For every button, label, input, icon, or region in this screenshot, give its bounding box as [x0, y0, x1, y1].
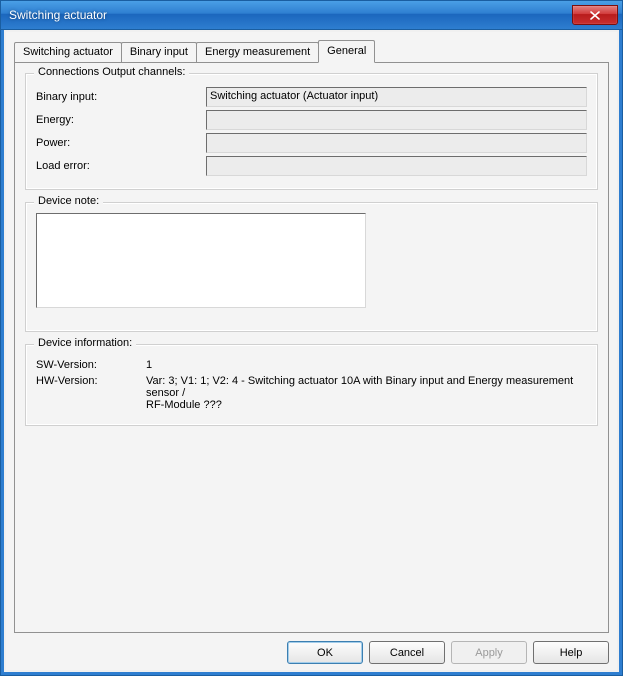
inner-border: Switching actuator Binary input Energy m… [1, 30, 622, 675]
tab-energy-measurement[interactable]: Energy measurement [196, 42, 319, 62]
row-load-error: Load error: [36, 156, 587, 176]
button-label: OK [317, 647, 333, 659]
tab-body-general: Connections Output channels: Binary inpu… [14, 62, 609, 633]
label-binary-input: Binary input: [36, 91, 206, 103]
row-hw-version: HW-Version: Var: 3; V1: 1; V2: 4 - Switc… [36, 375, 587, 411]
tab-label: Binary input [130, 46, 188, 58]
button-label: Apply [475, 647, 503, 659]
label-energy: Energy: [36, 114, 206, 126]
button-bar: OK Cancel Apply Help [14, 633, 609, 664]
close-icon [590, 11, 600, 20]
window-title: Switching actuator [9, 8, 572, 22]
field-binary-input: Switching actuator (Actuator input) [206, 87, 587, 107]
button-label: Cancel [390, 647, 424, 659]
apply-button: Apply [451, 641, 527, 664]
window: Switching actuator Switching actuator Bi… [0, 0, 623, 676]
row-power: Power: [36, 133, 587, 153]
row-energy: Energy: [36, 110, 587, 130]
cancel-button[interactable]: Cancel [369, 641, 445, 664]
client-area: Switching actuator Binary input Energy m… [6, 32, 617, 670]
close-button[interactable] [572, 5, 618, 25]
group-connections: Connections Output channels: Binary inpu… [25, 73, 598, 190]
help-button[interactable]: Help [533, 641, 609, 664]
label-load-error: Load error: [36, 160, 206, 172]
titlebar: Switching actuator [1, 1, 622, 30]
tab-binary-input[interactable]: Binary input [121, 42, 197, 62]
tab-label: Energy measurement [205, 46, 310, 58]
field-load-error [206, 156, 587, 176]
group-legend: Device information: [34, 337, 136, 349]
group-device-note: Device note: [25, 202, 598, 332]
tab-general[interactable]: General [318, 40, 375, 63]
device-note-textarea[interactable] [36, 213, 366, 308]
label-sw-version: SW-Version: [36, 359, 146, 371]
field-energy [206, 110, 587, 130]
tab-strip: Switching actuator Binary input Energy m… [14, 40, 609, 62]
row-sw-version: SW-Version: 1 [36, 359, 587, 371]
tab-switching-actuator[interactable]: Switching actuator [14, 42, 122, 62]
field-power [206, 133, 587, 153]
row-binary-input: Binary input: Switching actuator (Actuat… [36, 87, 587, 107]
group-legend: Connections Output channels: [34, 66, 189, 78]
value-hw-version: Var: 3; V1: 1; V2: 4 - Switching actuato… [146, 375, 587, 411]
label-hw-version: HW-Version: [36, 375, 146, 411]
button-label: Help [560, 647, 583, 659]
ok-button[interactable]: OK [287, 641, 363, 664]
tab-label: Switching actuator [23, 46, 113, 58]
value-sw-version: 1 [146, 359, 587, 371]
group-device-info: Device information: SW-Version: 1 HW-Ver… [25, 344, 598, 426]
label-power: Power: [36, 137, 206, 149]
group-legend: Device note: [34, 195, 103, 207]
tab-label: General [327, 45, 366, 57]
